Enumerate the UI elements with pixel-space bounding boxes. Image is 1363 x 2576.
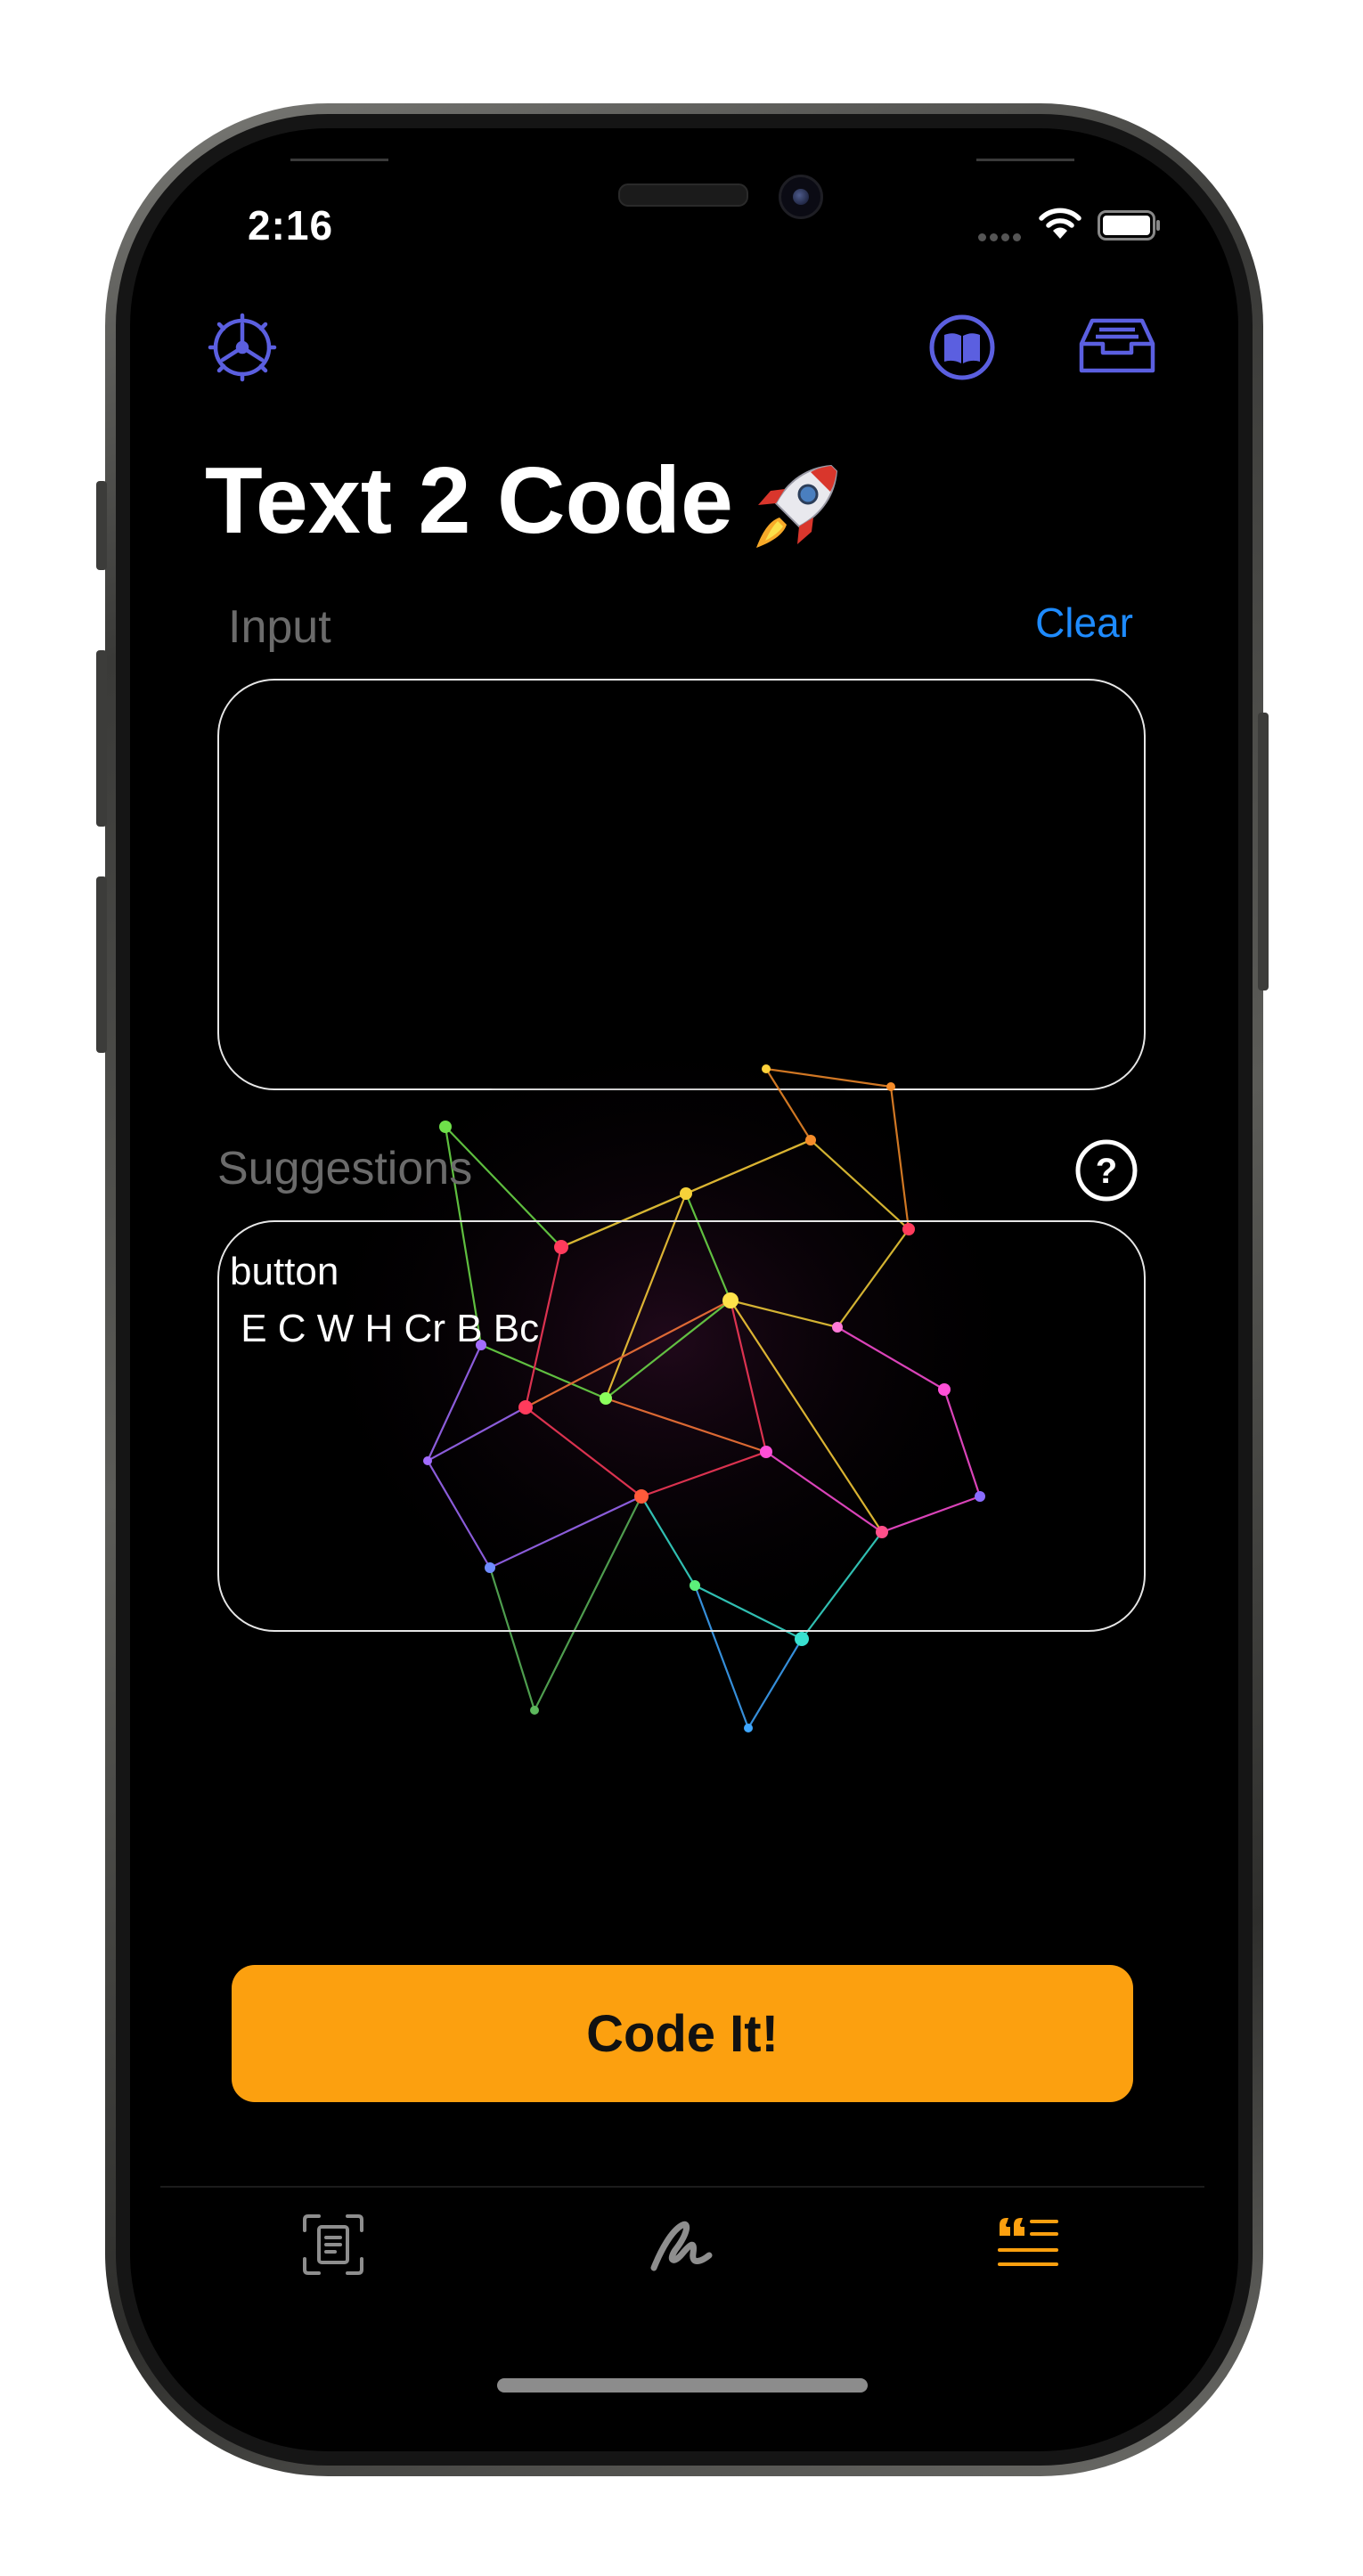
earpiece-speaker (618, 183, 748, 207)
home-indicator[interactable] (497, 2378, 868, 2393)
code-it-button[interactable]: Code It! (232, 1965, 1133, 2102)
document-scanner-icon[interactable] (301, 2213, 365, 2277)
antenna-line-right (976, 159, 1074, 161)
gear-icon[interactable] (205, 310, 280, 385)
input-textarea[interactable] (217, 679, 1146, 1090)
status-time: 2:16 (248, 202, 334, 249)
tray-icon[interactable] (1078, 315, 1156, 378)
suggestions-text: button E C W H Cr B Bc (230, 1243, 539, 1357)
question-mark-icon[interactable]: ? (1074, 1138, 1139, 1202)
cellular-signal-icon (978, 230, 1024, 246)
battery-icon (1098, 210, 1160, 240)
input-label: Input (228, 601, 331, 653)
page-title-text: Text 2 Code (205, 448, 733, 553)
suggestion-line: button (230, 1250, 339, 1293)
front-camera (779, 175, 823, 219)
power-button (1258, 713, 1269, 990)
volume-up-button (96, 650, 107, 827)
volume-down-button (96, 876, 107, 1053)
rocket-icon (755, 464, 837, 548)
tab-bar-divider (160, 2186, 1204, 2188)
suggestion-line: E C W H Cr B Bc (230, 1307, 540, 1350)
mute-switch (96, 481, 107, 570)
suggestions-label: Suggestions (217, 1143, 473, 1194)
scribble-icon[interactable] (649, 2214, 716, 2277)
wifi-icon (1039, 208, 1081, 239)
svg-text:?: ? (1096, 1152, 1117, 1191)
page-title: Text 2 Code (205, 447, 844, 557)
quote-text-icon[interactable] (996, 2214, 1060, 2273)
antenna-line-left (290, 159, 388, 161)
clear-button[interactable]: Clear (1035, 599, 1133, 647)
book-icon[interactable] (928, 314, 996, 381)
